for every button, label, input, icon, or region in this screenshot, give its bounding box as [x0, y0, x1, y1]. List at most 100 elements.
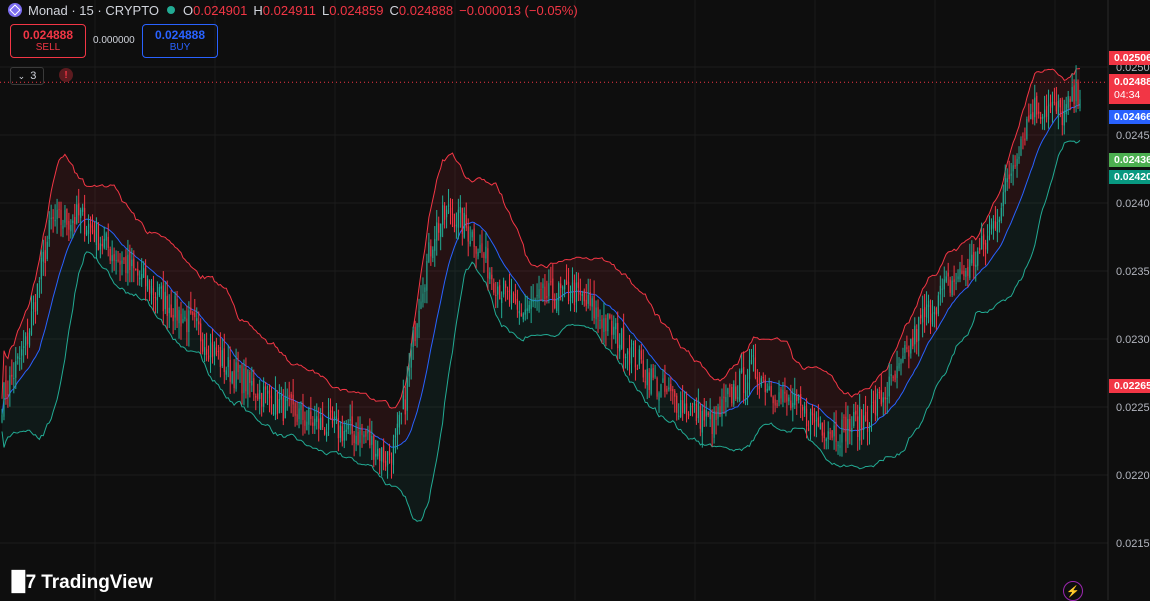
- candle-body: [709, 411, 711, 420]
- candle-body: [143, 268, 145, 278]
- candle-body: [95, 222, 98, 246]
- candle-body: [1073, 85, 1075, 104]
- candle-body: [479, 244, 481, 253]
- candle-body: [15, 360, 17, 378]
- indicators-toggle-button[interactable]: ⌄ 3: [10, 67, 44, 85]
- alert-icon[interactable]: !: [59, 68, 73, 82]
- monad-logo-icon: [8, 3, 22, 17]
- candle-body: [902, 355, 904, 362]
- symbol-title[interactable]: Monad · 15 · CRYPTO: [28, 3, 159, 18]
- candle-body: [7, 394, 9, 396]
- candle-body: [23, 346, 25, 348]
- open-value: 0.024901: [193, 2, 248, 18]
- candle-body: [255, 396, 257, 398]
- candle-body: [786, 393, 788, 402]
- current-price-tag: 0.02488 04:34: [1109, 74, 1150, 104]
- candle-body: [544, 286, 546, 300]
- candle-body: [1022, 136, 1024, 138]
- candle-body: [320, 417, 322, 430]
- candle-body: [552, 278, 554, 301]
- candle-body: [587, 294, 589, 304]
- candle-body: [662, 378, 664, 383]
- price-tick-label: 0.02450: [1116, 130, 1150, 142]
- buy-label: BUY: [169, 42, 191, 53]
- candle-body: [880, 390, 882, 405]
- candle-body: [986, 235, 989, 251]
- candle-body: [687, 413, 690, 417]
- candle-body: [939, 285, 941, 295]
- candle-body: [408, 368, 410, 377]
- candle-body: [276, 393, 278, 415]
- candle-body: [750, 360, 753, 364]
- candle-body: [963, 270, 965, 277]
- lightning-icon[interactable]: ⚡: [1063, 581, 1083, 601]
- candle-body: [961, 270, 963, 274]
- candle-body: [729, 385, 731, 387]
- candle-body: [70, 224, 72, 232]
- candle-body: [440, 223, 442, 237]
- candle-body: [78, 203, 80, 216]
- candle-body: [894, 374, 896, 380]
- candle-body: [725, 396, 727, 403]
- candle-body: [406, 377, 408, 411]
- candle-body: [312, 422, 314, 426]
- candle-body: [983, 234, 985, 245]
- candle-body: [306, 421, 308, 430]
- candle-body: [392, 439, 395, 465]
- tradingview-logo[interactable]: ▉7 TradingView: [12, 571, 153, 594]
- candle-body: [558, 283, 560, 301]
- candle-body: [512, 293, 515, 295]
- candle-body: [174, 295, 176, 318]
- candle-body: [316, 416, 318, 422]
- candle-body: [318, 418, 320, 429]
- candle-body: [1014, 165, 1016, 167]
- candle-body: [123, 257, 125, 260]
- candle-body: [788, 397, 790, 402]
- candle-body: [841, 419, 843, 443]
- candle-body: [682, 400, 684, 413]
- candle-body: [422, 293, 424, 303]
- candle-body: [760, 378, 762, 387]
- candle-body: [534, 299, 536, 301]
- candle-body: [660, 384, 662, 397]
- candle-body: [215, 347, 218, 355]
- red-level-tag: 0.02265: [1109, 379, 1150, 393]
- candle-body: [1040, 116, 1042, 120]
- candle-body: [365, 430, 367, 437]
- candle-body: [601, 319, 603, 328]
- candle-body: [1059, 99, 1061, 108]
- candle-body: [831, 430, 833, 438]
- candle-body: [131, 259, 133, 267]
- candle-body: [800, 394, 802, 406]
- sell-button[interactable]: 0.024888 SELL: [10, 24, 86, 58]
- candle-body: [851, 428, 853, 432]
- candle-body: [827, 431, 829, 440]
- candle-body: [74, 216, 76, 225]
- candle-body: [89, 223, 92, 228]
- candle-body: [522, 313, 524, 320]
- price-chart[interactable]: 0.02150 0.02200 0.02250 0.02300 0.02350 0.024…: [0, 0, 1150, 600]
- market-status-icon[interactable]: [167, 6, 176, 14]
- candle-body: [560, 283, 562, 288]
- candle-body: [109, 248, 111, 261]
- candle-body: [764, 379, 766, 393]
- candle-body: [46, 241, 48, 260]
- candle-body: [774, 399, 776, 406]
- candle-body: [526, 308, 528, 312]
- candle-body: [418, 310, 420, 328]
- candle-body: [1042, 116, 1044, 119]
- candle-body: [50, 217, 52, 219]
- candle-body: [943, 279, 945, 290]
- upper-band-tag: 0.02506: [1109, 51, 1150, 65]
- candle-body: [579, 291, 581, 295]
- candle-body: [621, 328, 623, 349]
- candle-body: [1053, 101, 1056, 103]
- candle-body: [3, 383, 5, 417]
- candle-body: [176, 299, 178, 321]
- candle-body: [1057, 101, 1059, 116]
- candle-body: [21, 349, 23, 356]
- candle-body: [188, 310, 190, 332]
- buy-button[interactable]: 0.024888 BUY: [142, 24, 218, 58]
- low-label: L: [322, 2, 330, 18]
- candle-body: [670, 383, 672, 391]
